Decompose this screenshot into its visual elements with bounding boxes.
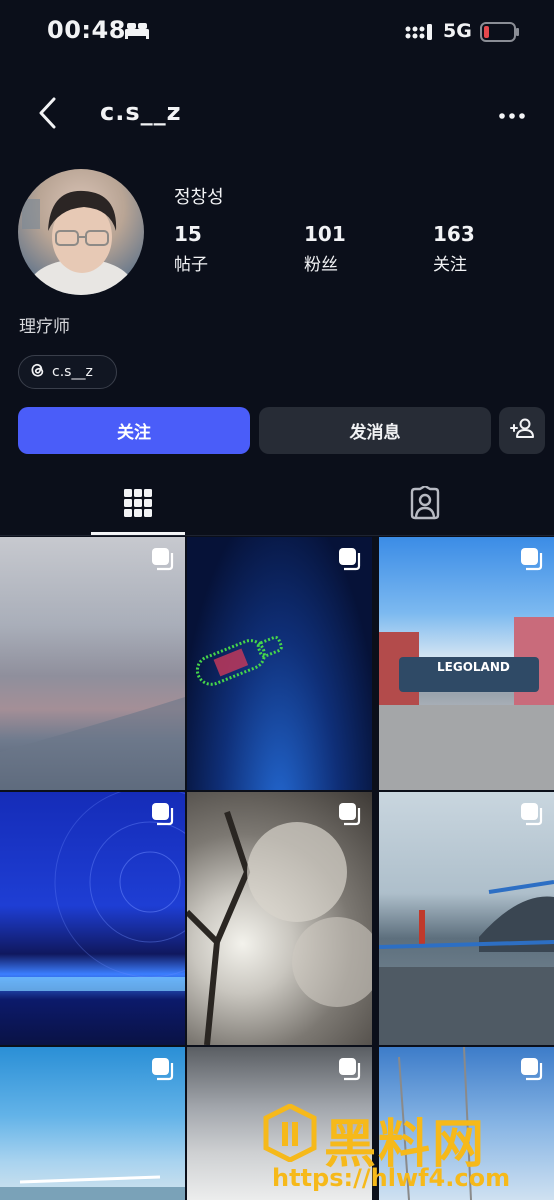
post-tile[interactable]: LEGOLAND [379,537,554,790]
stat-followers[interactable]: 101 粉丝 [304,222,346,275]
carousel-icon [338,802,362,830]
bed-icon [124,20,150,44]
carousel-icon [520,1057,544,1085]
status-bar: 00:48 5G [0,0,554,64]
stat-following-label: 关注 [433,255,467,275]
stat-followers-value: 101 [304,222,346,246]
suggested-users-button[interactable] [499,407,545,454]
carousel-icon [151,802,175,830]
profile-avatar[interactable] [18,169,144,295]
carousel-icon [338,547,362,575]
stat-followers-label: 粉丝 [304,255,338,275]
status-time: 00:48 [47,16,126,44]
back-arrow-icon[interactable] [36,96,60,134]
stat-following[interactable]: 163 关注 [433,222,475,275]
tab-tagged[interactable] [378,474,472,536]
carousel-icon [520,547,544,575]
profile-content-tabs [0,474,554,536]
watermark-logo-icon [262,1103,318,1166]
stat-following-value: 163 [433,222,475,246]
battery-icon [480,21,520,47]
site-watermark: 黑料网 https://hlwf4.com [262,1100,554,1200]
network-type-label: 5G [443,20,472,42]
message-button[interactable]: 发消息 [259,407,491,454]
post-tile[interactable] [0,537,185,790]
profile-username: c.s__z [100,98,182,126]
post-tile[interactable] [0,792,185,1045]
follow-button[interactable]: 关注 [18,407,250,454]
threads-handle: c.s__z [52,364,93,380]
carousel-icon [338,1057,362,1085]
carousel-icon [151,547,175,575]
profile-display-name: 정창성 [174,187,224,208]
legoland-sign-text: LEGOLAND [437,660,510,674]
post-tile[interactable] [0,1047,185,1200]
post-tile[interactable] [187,537,372,790]
stat-posts-value: 15 [174,222,202,246]
add-person-icon [510,417,534,444]
stat-posts[interactable]: 15 帖子 [174,222,208,275]
grid-icon [124,489,152,521]
threads-icon [30,362,45,382]
profile-nav-bar: c.s__z [0,86,554,140]
more-options-icon[interactable] [498,106,526,125]
stat-posts-label: 帖子 [174,255,208,275]
profile-bio: 理疗师 [19,317,70,337]
signal-icon [405,23,435,45]
threads-profile-link[interactable]: c.s__z [18,355,117,389]
post-tile[interactable] [379,792,554,1045]
watermark-url: https://hlwf4.com [272,1164,511,1192]
post-tile[interactable] [187,792,372,1045]
tagged-person-icon [408,484,442,524]
tab-posts-grid[interactable] [91,474,185,536]
active-tab-indicator [91,532,185,535]
carousel-icon [520,802,544,830]
carousel-icon [151,1057,175,1085]
